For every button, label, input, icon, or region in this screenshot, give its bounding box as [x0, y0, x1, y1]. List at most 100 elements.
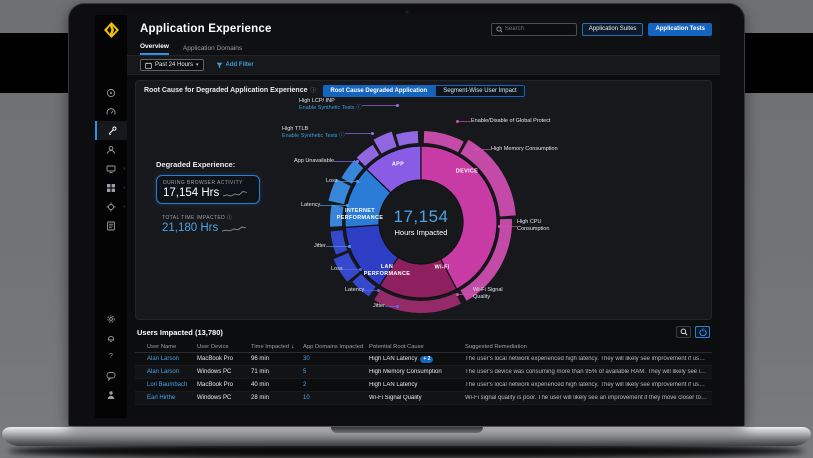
sub-segment[interactable] — [396, 131, 418, 146]
more-causes-badge[interactable]: + 2 — [420, 356, 433, 363]
callout-label: Latency — [345, 287, 364, 294]
user-device-cell: MacBook Pro — [197, 356, 247, 362]
enable-synthetic-tests-link[interactable]: Enable Synthetic Tests ⓘ — [282, 133, 345, 140]
chart-callout: Jitter — [373, 303, 399, 310]
user-name-link[interactable]: Alan Larson — [147, 369, 193, 375]
browser-activity-value: 17,154 Hrs — [163, 187, 219, 199]
sidebar-item-devices[interactable]: › — [95, 159, 127, 178]
sidebar-item-users[interactable] — [95, 140, 127, 159]
brand-logo-icon — [104, 22, 119, 38]
app-domains-cell[interactable]: 30 — [303, 356, 365, 362]
total-time-impacted: TOTAL TIME IMPACTEDⓘ 21,180 Hrs — [156, 214, 268, 234]
time-impacted-cell: 96 min — [251, 356, 299, 362]
callout-label: Jitter — [373, 303, 385, 310]
apps-grid-icon — [106, 183, 116, 193]
filter-funnel-icon — [216, 62, 223, 69]
info-icon[interactable]: ⓘ — [227, 214, 232, 221]
user-name-link[interactable]: Lori Baumbach — [147, 382, 193, 388]
table-row[interactable]: Alan LarsonMacBook Pro96 min30High LAN L… — [135, 353, 712, 366]
settings-gear-icon — [106, 314, 116, 324]
callout-label: Jitter — [314, 243, 326, 250]
sidebar-item-dashboard[interactable] — [95, 102, 127, 121]
sidebar-item-help[interactable]: ? — [95, 347, 127, 366]
sub-segment[interactable] — [374, 132, 397, 154]
table-row[interactable]: Earl HirtheWindows PC28 min10Wi-Fi Signa… — [135, 392, 712, 405]
users-impacted-title: Users Impacted (13,780) — [137, 328, 223, 337]
callout-dot — [396, 104, 399, 107]
column-header[interactable]: Potential Root Cause — [369, 344, 461, 350]
filter-bar: Past 24 Hours ▾ Add Filter — [127, 56, 720, 75]
application-tests-button[interactable]: Application Tests — [648, 23, 712, 36]
user-device-cell: Windows PC — [197, 369, 247, 375]
chat-icon — [106, 371, 116, 381]
callout-line — [326, 246, 348, 247]
chart-callout: Latency — [345, 287, 380, 294]
callout-dot — [371, 132, 374, 135]
callout-line — [338, 181, 356, 182]
search-input[interactable] — [505, 26, 572, 32]
chevron-right-icon: › — [123, 185, 125, 191]
global-search[interactable] — [491, 23, 577, 36]
user-name-link[interactable]: Alan Larson — [147, 356, 193, 362]
column-header[interactable]: Time Impacted↓ — [251, 344, 299, 350]
sidebar-item-settings[interactable] — [95, 309, 127, 328]
search-icon — [680, 328, 688, 336]
user-device-cell: Windows PC — [197, 395, 247, 401]
stats-heading: Degraded Experience: — [156, 160, 268, 169]
content-area: Root Cause for Degraded Application Expe… — [127, 75, 720, 418]
chart-callout: High Memory Consumption — [474, 146, 558, 153]
sidebar-item-reports[interactable] — [95, 216, 127, 235]
account-icon — [106, 390, 116, 400]
user-name-link[interactable]: Earl Hirthe — [147, 395, 193, 401]
callout-line — [364, 290, 377, 291]
info-icon[interactable]: ⓘ — [311, 86, 317, 94]
sidebar-item-account[interactable] — [95, 385, 127, 404]
sidebar-item-applications[interactable]: › — [95, 178, 127, 197]
laptop-mockup-stage: › › › — [0, 0, 813, 458]
table-export-button[interactable] — [695, 326, 710, 338]
callout-dot — [356, 160, 359, 163]
table-row[interactable]: Lori BaumbachMacBook Pro40 min2High LAN … — [135, 379, 712, 392]
root-cause-cell: High Memory Consumption — [369, 369, 461, 375]
brand-logo[interactable] — [95, 17, 127, 43]
chart-callout: Jitter — [314, 243, 351, 250]
callout-dot — [356, 180, 359, 183]
tab-overview[interactable]: Overview — [140, 43, 169, 55]
callout-label: Wi-Fi Signal Quality — [473, 287, 503, 301]
search-icon — [496, 26, 502, 33]
sidebar: › › › — [95, 15, 127, 418]
remediation-cell: Wi-Fi signal quality is poor. The user w… — [465, 395, 712, 401]
time-impacted-cell: 71 min — [251, 369, 299, 375]
app-domains-cell[interactable]: 5 — [303, 369, 365, 375]
tab-application-domains[interactable]: Application Domains — [183, 45, 242, 55]
chart-callout: Loss — [331, 266, 362, 273]
callout-line — [343, 269, 359, 270]
main-area: Application Experience Application Suite… — [127, 15, 720, 418]
add-filter-button[interactable]: Add Filter — [216, 62, 254, 69]
dashboard-screen: › › › — [95, 15, 720, 418]
sidebar-item-feedback[interactable] — [95, 366, 127, 385]
app-domains-cell[interactable]: 2 — [303, 382, 365, 388]
time-range-dropdown[interactable]: Past 24 Hours ▾ — [140, 59, 204, 71]
column-header[interactable]: Suggested Remediation — [465, 344, 712, 350]
sidebar-item-notifications[interactable] — [95, 328, 127, 347]
callout-label: App Unavailable — [294, 158, 334, 165]
app-domains-cell[interactable]: 10 — [303, 395, 365, 401]
user-device-cell: MacBook Pro — [197, 382, 247, 388]
application-suites-button[interactable]: Application Suites — [582, 23, 644, 36]
column-header[interactable]: User Device — [197, 344, 247, 350]
help-icon: ? — [109, 353, 113, 360]
column-header[interactable]: App Domains Impacted — [303, 344, 365, 350]
tab-bar: Overview Application Domains — [127, 43, 720, 56]
callout-label: High CPU Consumption — [517, 219, 549, 233]
callout-label: High Memory Consumption — [491, 146, 558, 153]
table-row[interactable]: Alan Larson Windows PC 71 min 5 High Memory … — [135, 366, 712, 379]
column-header[interactable]: User Name — [147, 344, 193, 350]
sidebar-item-application-experience[interactable] — [95, 121, 127, 140]
callout-line — [459, 294, 473, 295]
sidebar-item-network-settings[interactable]: › — [95, 197, 127, 216]
table-search-button[interactable] — [676, 326, 691, 338]
callout-dot — [377, 289, 380, 292]
sidebar-item-target[interactable] — [95, 83, 127, 102]
enable-synthetic-tests-link[interactable]: Enable Synthetic Tests ⓘ — [299, 105, 362, 112]
